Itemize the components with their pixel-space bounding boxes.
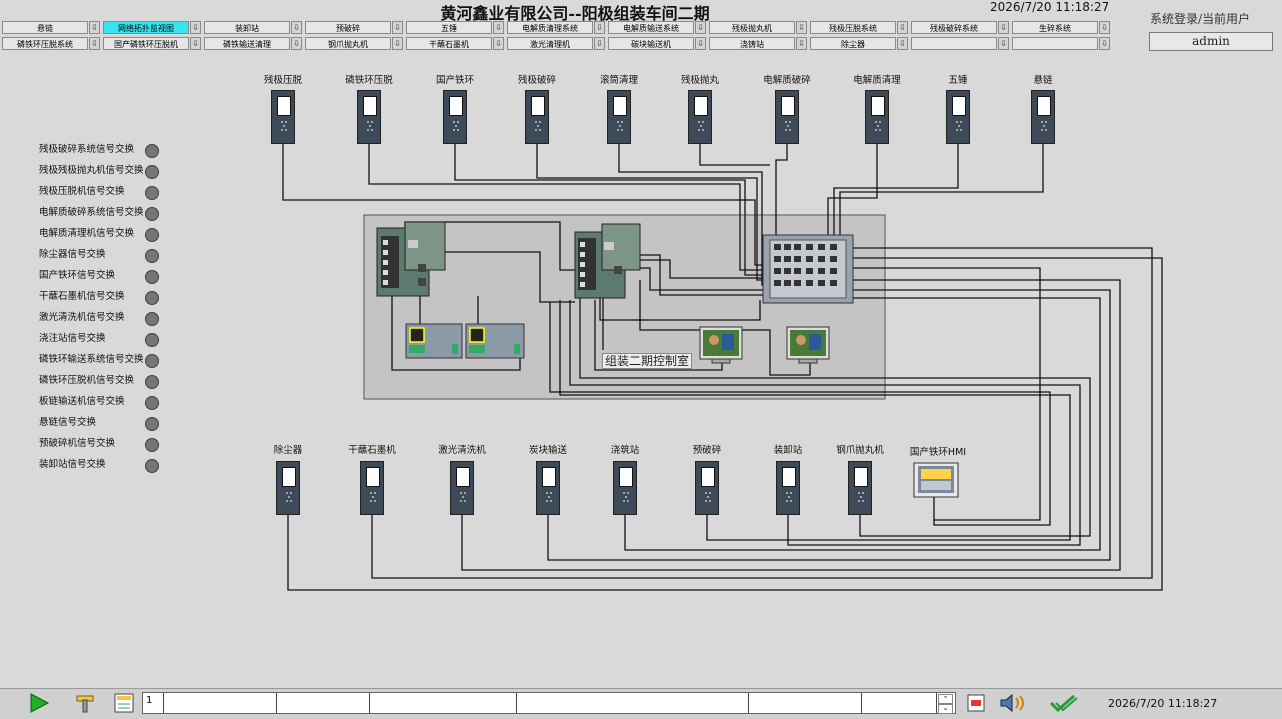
plc-icon[interactable] xyxy=(848,461,872,515)
acknowledge-icon[interactable] xyxy=(1048,692,1078,714)
plc-icon[interactable] xyxy=(775,90,799,144)
device-label: 干蘸石墨机 xyxy=(348,445,396,456)
device-label: 除尘器 xyxy=(273,445,303,456)
device-label: 五锤 xyxy=(948,75,968,86)
device-label: 炭块输送 xyxy=(528,445,567,456)
plc-icon[interactable] xyxy=(360,461,384,515)
plc-icon[interactable] xyxy=(536,461,560,515)
device-label: 钢爪抛丸机 xyxy=(836,445,884,456)
plc-icon[interactable] xyxy=(695,461,719,515)
alarm-list-icon[interactable] xyxy=(965,692,987,714)
plc-icon[interactable] xyxy=(1031,90,1055,144)
workstation-2[interactable] xyxy=(786,326,830,364)
hmi-label: 国产铁环HMI xyxy=(909,447,967,458)
device-label: 浇筑站 xyxy=(610,445,640,456)
plc-icon[interactable] xyxy=(776,461,800,515)
device-label: 悬链 xyxy=(1033,75,1053,86)
control-room-label: 组装二期控制室 xyxy=(602,353,693,369)
plc-icon[interactable] xyxy=(357,90,381,144)
workstation-1[interactable] xyxy=(699,326,743,364)
play-icon[interactable] xyxy=(28,692,50,714)
plc-icon[interactable] xyxy=(688,90,712,144)
device-label: 装卸站 xyxy=(773,445,803,456)
device-label: 滚筒清理 xyxy=(599,75,638,86)
io-module-rack-2[interactable] xyxy=(465,323,525,359)
plc-icon[interactable] xyxy=(946,90,970,144)
network-cable xyxy=(699,144,770,166)
alarm-scroll-down[interactable]: ⌄ xyxy=(938,703,953,714)
alarm-index: 1 xyxy=(146,695,153,706)
report-icon[interactable] xyxy=(113,692,135,714)
device-label: 预破碎 xyxy=(692,445,722,456)
taskbar-clock: 2026/7/20 11:18:27 xyxy=(1108,697,1218,710)
taskbar: 1 ⌃ ⌄ 2026/7/20 11:18:27 xyxy=(0,688,1282,719)
device-label: 残极抛丸 xyxy=(680,75,719,86)
hmi-panel[interactable] xyxy=(913,462,959,498)
device-label: 激光清洗机 xyxy=(438,445,486,456)
plc-icon[interactable] xyxy=(525,90,549,144)
plc-icon[interactable] xyxy=(271,90,295,144)
core-switch[interactable] xyxy=(762,234,854,304)
device-label: 残极压脱 xyxy=(263,75,302,86)
plc-icon[interactable] xyxy=(607,90,631,144)
plc-icon[interactable] xyxy=(450,461,474,515)
plc-icon[interactable] xyxy=(613,461,637,515)
tools-icon[interactable] xyxy=(75,692,97,714)
device-label: 电解质清理 xyxy=(853,75,901,86)
device-label: 磷铁环压脱 xyxy=(345,75,393,86)
device-label: 残极破碎 xyxy=(517,75,556,86)
plc-icon[interactable] xyxy=(865,90,889,144)
io-module-rack-1[interactable] xyxy=(405,323,463,359)
plc-icon[interactable] xyxy=(276,461,300,515)
plc-icon[interactable] xyxy=(443,90,467,144)
sound-icon[interactable] xyxy=(998,692,1030,714)
alarm-bar[interactable]: 1 ⌃ ⌄ xyxy=(142,692,956,714)
device-label: 电解质破碎 xyxy=(763,75,811,86)
device-label: 国产铁环 xyxy=(435,75,474,86)
